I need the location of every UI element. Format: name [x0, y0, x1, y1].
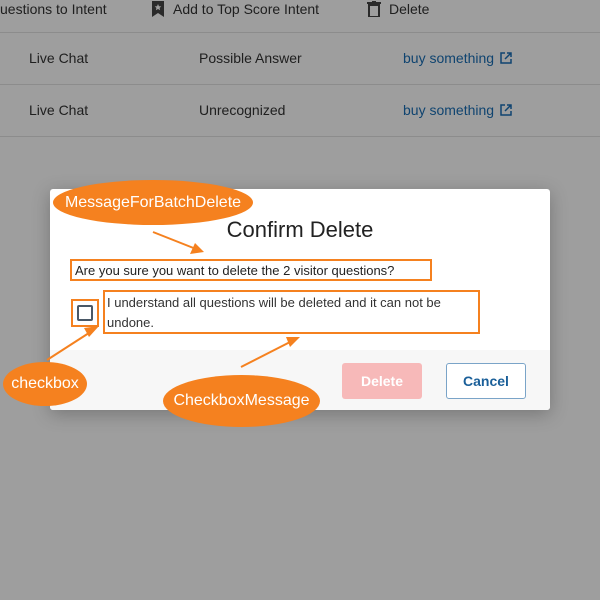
batch-delete-message: Are you sure you want to delete the 2 vi… [70, 259, 432, 281]
annotation-checkbox: checkbox [3, 362, 87, 406]
cancel-button[interactable]: Cancel [446, 363, 526, 399]
checkbox-highlight [71, 299, 99, 327]
confirm-delete-button[interactable]: Delete [342, 363, 422, 399]
annotation-batch-message: MessageForBatchDelete [53, 180, 253, 225]
checkbox-message: I understand all questions will be delet… [103, 290, 480, 334]
annotation-checkbox-message: CheckboxMessage [163, 375, 320, 427]
understand-checkbox[interactable] [77, 305, 93, 321]
